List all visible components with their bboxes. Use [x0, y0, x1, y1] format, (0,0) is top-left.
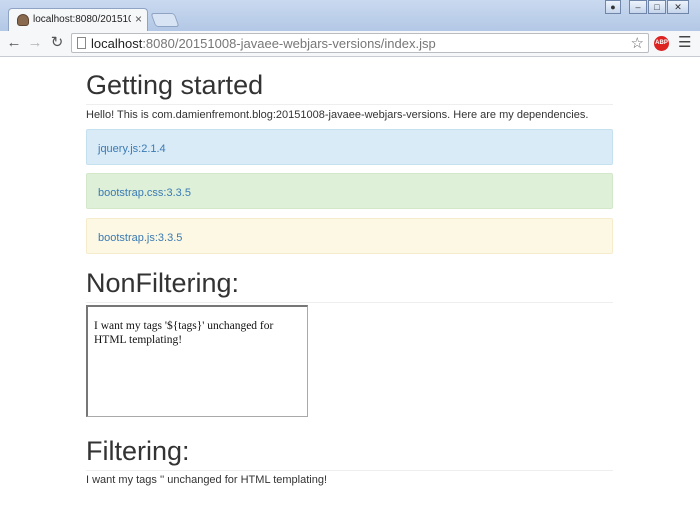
favicon-icon: [17, 14, 29, 26]
reload-icon[interactable]: ↻: [48, 34, 66, 52]
url-text: localhost:8080/20151008-javaee-webjars-v…: [91, 36, 436, 51]
user-icon[interactable]: ●: [605, 0, 621, 14]
menu-icon[interactable]: ☰: [678, 35, 691, 51]
adblock-icon[interactable]: ABP: [654, 36, 669, 51]
heading-nonfiltering: NonFiltering:: [86, 268, 613, 303]
browser-toolbar: ← → ↻ localhost:8080/20151008-javaee-web…: [0, 31, 700, 57]
heading-getting-started: Getting started: [86, 70, 613, 105]
new-tab-button[interactable]: [150, 13, 180, 27]
url-path: :8080/20151008-javaee-webjars-versions/i…: [142, 36, 436, 51]
address-bar[interactable]: localhost:8080/20151008-javaee-webjars-v…: [71, 33, 649, 53]
browser-titlebar: localhost:8080/20151008- × ● – □ ✕: [0, 0, 700, 31]
browser-tab[interactable]: localhost:8080/20151008- ×: [8, 8, 148, 31]
star-icon[interactable]: ☆: [631, 34, 644, 52]
forward-arrow-icon[interactable]: →: [26, 34, 44, 52]
minimize-icon[interactable]: –: [629, 0, 647, 14]
template-textarea[interactable]: I want my tags '${tags}' unchanged for H…: [86, 305, 308, 417]
maximize-icon[interactable]: □: [648, 0, 666, 14]
tab-title: localhost:8080/20151008-: [33, 14, 131, 25]
close-icon[interactable]: ✕: [667, 0, 689, 14]
tab-close-icon[interactable]: ×: [135, 13, 142, 25]
dependency-bootstrap-js: bootstrap.js:3.3.5: [86, 218, 613, 254]
filtering-text: I want my tags '' unchanged for HTML tem…: [86, 474, 328, 486]
page-icon: [77, 37, 86, 49]
heading-filtering: Filtering:: [86, 436, 613, 471]
url-host: localhost: [91, 36, 143, 51]
intro-text: Hello! This is com.damienfremont.blog:20…: [86, 109, 589, 121]
dependency-bootstrap-css: bootstrap.css:3.3.5: [86, 173, 613, 209]
dependency-jquery: jquery.js:2.1.4: [86, 129, 613, 165]
back-arrow-icon[interactable]: ←: [5, 34, 23, 52]
